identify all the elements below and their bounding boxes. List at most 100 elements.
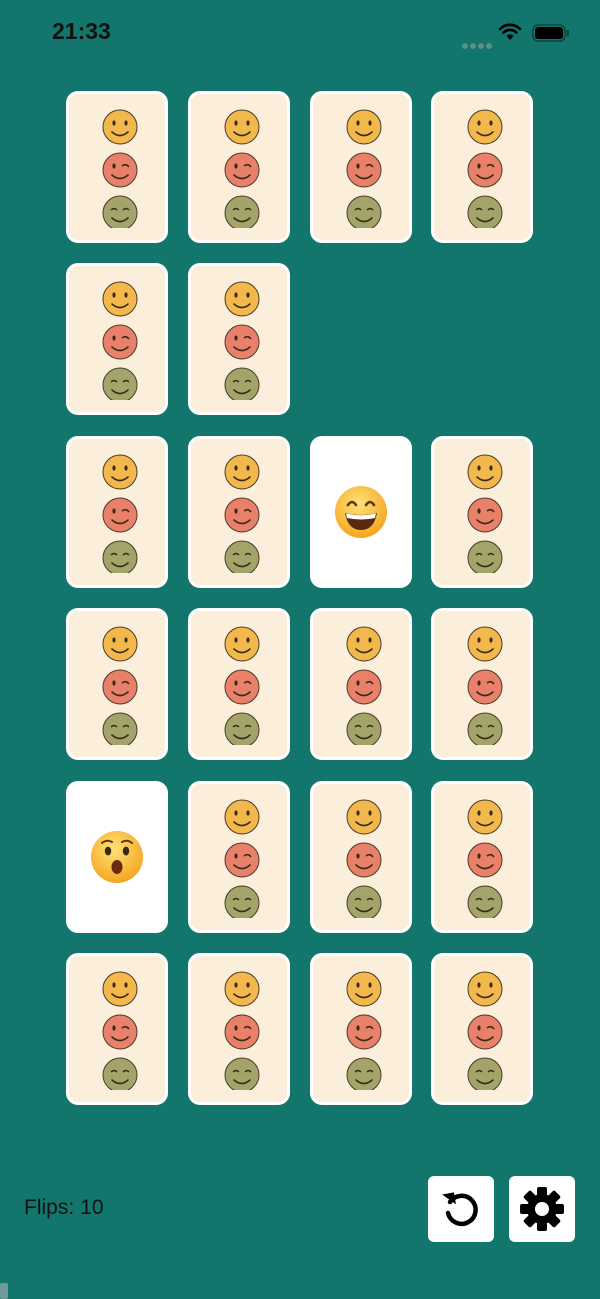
smile-closed-eyes-icon — [467, 195, 503, 228]
card-face-down[interactable] — [310, 953, 412, 1105]
smile-closed-eyes-icon — [102, 540, 138, 573]
card-face-up[interactable] — [66, 781, 168, 933]
card-face-content — [66, 781, 168, 933]
wink-icon — [102, 1014, 138, 1050]
card-back-pattern — [467, 109, 503, 228]
smiley-icon — [224, 109, 260, 145]
card-back-pattern — [224, 454, 260, 573]
wink-icon — [224, 842, 260, 878]
card-face-down[interactable] — [431, 781, 533, 933]
smiley-icon — [102, 971, 138, 1007]
wink-icon — [224, 152, 260, 188]
wink-icon — [224, 324, 260, 360]
smiley-icon — [224, 799, 260, 835]
smile-closed-eyes-icon — [224, 885, 260, 918]
card-face-down[interactable] — [431, 608, 533, 760]
matched-empty-slot — [310, 263, 412, 415]
card-back-pattern — [467, 971, 503, 1090]
smiley-icon — [346, 799, 382, 835]
card-back-pattern — [346, 799, 382, 918]
card-face-down[interactable] — [310, 781, 412, 933]
wink-icon — [224, 497, 260, 533]
smile-closed-eyes-icon — [346, 885, 382, 918]
smiley-icon — [467, 799, 503, 835]
card-face-down[interactable] — [310, 608, 412, 760]
wink-icon — [224, 1014, 260, 1050]
smiley-icon — [102, 626, 138, 662]
card-back-pattern — [346, 971, 382, 1090]
card-back-pattern — [102, 626, 138, 745]
restart-icon — [442, 1192, 478, 1227]
card-face-down[interactable] — [431, 91, 533, 243]
wink-icon — [467, 669, 503, 705]
card-back-pattern — [346, 109, 382, 228]
wink-icon — [102, 497, 138, 533]
card-face-down[interactable] — [66, 436, 168, 588]
smile-closed-eyes-icon — [467, 712, 503, 745]
card-back-pattern — [102, 109, 138, 228]
card-face-down[interactable] — [431, 436, 533, 588]
astonished-face-emoji — [91, 831, 143, 883]
smiley-icon — [102, 281, 138, 317]
smiley-icon — [467, 626, 503, 662]
smile-closed-eyes-icon — [224, 367, 260, 400]
smile-closed-eyes-icon — [102, 1057, 138, 1090]
card-face-down[interactable] — [188, 781, 290, 933]
card-back-pattern — [467, 626, 503, 745]
smile-closed-eyes-icon — [467, 540, 503, 573]
gear-icon — [520, 1187, 564, 1231]
card-back-pattern — [102, 281, 138, 400]
card-back-pattern — [346, 626, 382, 745]
card-face-down[interactable] — [188, 263, 290, 415]
card-face-down[interactable] — [66, 953, 168, 1105]
smile-closed-eyes-icon — [224, 195, 260, 228]
card-back-pattern — [467, 454, 503, 573]
wink-icon — [467, 497, 503, 533]
smiley-icon — [346, 109, 382, 145]
wink-icon — [346, 1014, 382, 1050]
wink-icon — [467, 842, 503, 878]
wink-icon — [102, 669, 138, 705]
settings-button[interactable] — [509, 1176, 575, 1242]
smile-closed-eyes-icon — [346, 712, 382, 745]
smile-closed-eyes-icon — [224, 712, 260, 745]
wink-icon — [102, 152, 138, 188]
smile-closed-eyes-icon — [467, 1057, 503, 1090]
smiley-icon — [224, 454, 260, 490]
card-face-down[interactable] — [310, 91, 412, 243]
wink-icon — [102, 324, 138, 360]
smiley-icon — [224, 281, 260, 317]
card-face-down[interactable] — [188, 953, 290, 1105]
smile-closed-eyes-icon — [346, 195, 382, 228]
corner-marker — [0, 1283, 8, 1299]
card-face-down[interactable] — [188, 608, 290, 760]
wink-icon — [346, 669, 382, 705]
card-grid — [0, 0, 600, 1130]
wink-icon — [224, 669, 260, 705]
smile-closed-eyes-icon — [102, 367, 138, 400]
card-face-down[interactable] — [431, 953, 533, 1105]
smile-closed-eyes-icon — [224, 540, 260, 573]
smiley-icon — [102, 454, 138, 490]
restart-button[interactable] — [428, 1176, 494, 1242]
card-face-up[interactable] — [310, 436, 412, 588]
card-back-pattern — [224, 626, 260, 745]
flips-count: 10 — [80, 1196, 104, 1219]
card-back-pattern — [224, 971, 260, 1090]
card-back-pattern — [224, 109, 260, 228]
card-face-down[interactable] — [66, 91, 168, 243]
card-back-pattern — [467, 799, 503, 918]
card-back-pattern — [102, 971, 138, 1090]
wink-icon — [346, 842, 382, 878]
smile-closed-eyes-icon — [102, 195, 138, 228]
wink-icon — [467, 1014, 503, 1050]
smile-closed-eyes-icon — [224, 1057, 260, 1090]
card-face-down[interactable] — [66, 608, 168, 760]
smile-closed-eyes-icon — [346, 1057, 382, 1090]
card-face-down[interactable] — [188, 436, 290, 588]
card-face-down[interactable] — [66, 263, 168, 415]
card-back-pattern — [102, 454, 138, 573]
wink-icon — [346, 152, 382, 188]
flips-counter: Flips: 10 — [24, 1196, 110, 1220]
card-face-down[interactable] — [188, 91, 290, 243]
